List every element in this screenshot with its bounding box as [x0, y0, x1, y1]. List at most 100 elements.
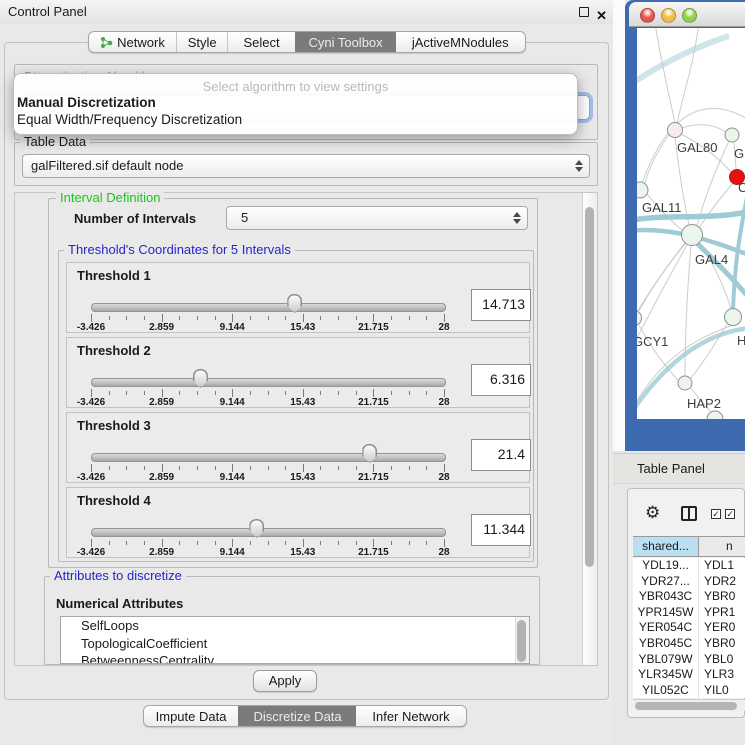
- checkbox-icon-1[interactable]: ✓: [711, 509, 721, 519]
- float-window-icon[interactable]: [579, 7, 589, 17]
- tab-cyni-toolbox[interactable]: Cyni Toolbox: [295, 32, 396, 52]
- cell-name[interactable]: YLR3: [699, 667, 734, 683]
- apply-button[interactable]: Apply: [253, 670, 317, 692]
- tab-jactivemnodules[interactable]: jActiveMNodules: [396, 32, 526, 52]
- table-panel-titlebar: Table Panel: [613, 453, 745, 484]
- node-gal11[interactable]: [637, 182, 648, 198]
- node-h[interactable]: [725, 309, 742, 326]
- table-row[interactable]: YLR345WYLR3: [633, 667, 745, 683]
- tab-impute-data[interactable]: Impute Data: [144, 706, 238, 726]
- threshold-4-value-input[interactable]: 11.344: [471, 514, 531, 546]
- node-bottom-partial[interactable]: [707, 411, 723, 419]
- threshold-3-panel: Threshold 3 -3.4262.8599.14415.4321.7152…: [66, 412, 530, 483]
- table-row[interactable]: YBL079WYBL0: [633, 652, 745, 668]
- cell-name[interactable]: YBL0: [699, 652, 733, 668]
- attributes-list-scrollbar[interactable]: [515, 617, 529, 663]
- attributes-list-scrollbar-thumb[interactable]: [517, 620, 526, 662]
- cell-shared-name[interactable]: YLR345W: [633, 667, 699, 683]
- zoom-traffic-light[interactable]: [682, 8, 697, 23]
- threshold-2-slider-track[interactable]: [91, 378, 446, 387]
- slider-tick-label: 28: [438, 472, 449, 483]
- slider-tick-label: 15.43: [290, 322, 315, 333]
- cell-name[interactable]: YDL1: [699, 558, 734, 574]
- table-row[interactable]: YIL052CYIL0: [633, 683, 745, 698]
- gear-icon[interactable]: ⚙: [645, 503, 660, 523]
- attribute-list-item[interactable]: TopologicalCoefficient: [61, 635, 529, 653]
- close-traffic-light[interactable]: [640, 8, 655, 23]
- threshold-3-value-input[interactable]: 21.4: [471, 439, 531, 471]
- close-icon[interactable]: ✕: [596, 4, 607, 28]
- cell-name[interactable]: YBR0: [699, 589, 735, 605]
- network-canvas[interactable]: GAL80 G. C GAL11 GAL4 GCY1 H HAP2: [637, 28, 745, 419]
- tab-network[interactable]: Network: [89, 32, 176, 52]
- numerical-attributes-list[interactable]: SelfLoopsTopologicalCoefficientBetweenne…: [60, 616, 530, 664]
- table-row[interactable]: YBR045CYBR0: [633, 636, 745, 652]
- cell-shared-name[interactable]: YBL079W: [633, 652, 699, 668]
- column-header-name[interactable]: n: [699, 537, 745, 556]
- table-row[interactable]: YDL19...YDL1: [633, 558, 745, 574]
- number-of-intervals-combobox[interactable]: 5: [226, 206, 528, 230]
- tab-discretize-data[interactable]: Discretize Data: [238, 706, 356, 726]
- table-data-combobox[interactable]: galFiltered.sif default node: [22, 154, 590, 178]
- node-gal4[interactable]: [682, 225, 703, 246]
- table-row[interactable]: YPR145WYPR1: [633, 605, 745, 621]
- threshold-3-slider-track[interactable]: [91, 453, 446, 462]
- network-window-titlebar[interactable]: [629, 2, 745, 27]
- cell-name[interactable]: YER0: [699, 620, 735, 636]
- table-row[interactable]: YDR27...YDR2: [633, 574, 745, 590]
- cell-shared-name[interactable]: YER054C: [633, 620, 699, 636]
- slider-tick: [391, 466, 392, 470]
- cell-shared-name[interactable]: YDL19...: [633, 558, 699, 574]
- cell-shared-name[interactable]: YDR27...: [633, 574, 699, 590]
- tab-select[interactable]: Select: [227, 32, 294, 52]
- cell-shared-name[interactable]: YBR043C: [633, 589, 699, 605]
- table-data-combobox-value: galFiltered.sif default node: [31, 158, 183, 173]
- node-top-right[interactable]: [725, 128, 739, 142]
- slider-tick-label: 2.859: [149, 322, 174, 333]
- column-header-shared-name[interactable]: shared...: [633, 537, 699, 556]
- cell-name[interactable]: YBR0: [699, 636, 735, 652]
- vertical-scrollbar[interactable]: [582, 193, 597, 665]
- cell-name[interactable]: YPR1: [699, 605, 735, 621]
- slider-tick: [426, 316, 427, 320]
- slider-tick: [250, 316, 251, 320]
- network-icon: [100, 36, 113, 49]
- threshold-1-slider-track[interactable]: [91, 303, 446, 312]
- table-row[interactable]: YER054CYER0: [633, 620, 745, 636]
- table-panel-title: Table Panel: [637, 461, 705, 476]
- slider-tick-label: 9.144: [220, 397, 245, 408]
- slider-tick: [444, 389, 445, 397]
- node-hap2[interactable]: [678, 376, 692, 390]
- menu-item-manual-discretization[interactable]: Manual Discretization: [14, 94, 577, 111]
- split-columns-icon[interactable]: [681, 506, 697, 521]
- threshold-1-slider-labels: -3.4262.8599.14415.4321.71528: [67, 322, 529, 334]
- threshold-2-value-input[interactable]: 6.316: [471, 364, 531, 396]
- cell-name[interactable]: YDR2: [699, 574, 736, 590]
- checkbox-icon-2[interactable]: ✓: [725, 509, 735, 519]
- tab-infer-network[interactable]: Infer Network: [356, 706, 466, 726]
- cell-name[interactable]: YIL0: [699, 683, 729, 698]
- panel-divider[interactable]: [613, 0, 625, 451]
- slider-tick: [197, 316, 198, 320]
- cell-shared-name[interactable]: YPR145W: [633, 605, 699, 621]
- table-row[interactable]: YBR043CYBR0: [633, 589, 745, 605]
- attribute-list-item[interactable]: BetweennessCentrality: [61, 652, 529, 664]
- threshold-4-slider-track[interactable]: [91, 528, 446, 537]
- threshold-1-value-input[interactable]: 14.713: [471, 289, 531, 321]
- table-horizontal-scrollbar-thumb[interactable]: [635, 702, 737, 710]
- node-gcy1[interactable]: [637, 311, 642, 326]
- slider-tick: [373, 389, 374, 397]
- table-horizontal-scrollbar[interactable]: [633, 699, 745, 711]
- slider-tick: [215, 541, 216, 545]
- slider-tick: [338, 541, 339, 545]
- slider-tick: [215, 466, 216, 470]
- node-label-gal11: GAL11: [642, 200, 682, 215]
- node-gal80[interactable]: [668, 123, 683, 138]
- minimize-traffic-light[interactable]: [661, 8, 676, 23]
- menu-item-equal-width-frequency[interactable]: Equal Width/Frequency Discretization: [14, 111, 577, 128]
- tab-style[interactable]: Style: [176, 32, 227, 52]
- cell-shared-name[interactable]: YBR045C: [633, 636, 699, 652]
- cell-shared-name[interactable]: YIL052C: [633, 683, 699, 698]
- attribute-list-item[interactable]: SelfLoops: [61, 617, 529, 635]
- vertical-scrollbar-thumb[interactable]: [585, 207, 594, 567]
